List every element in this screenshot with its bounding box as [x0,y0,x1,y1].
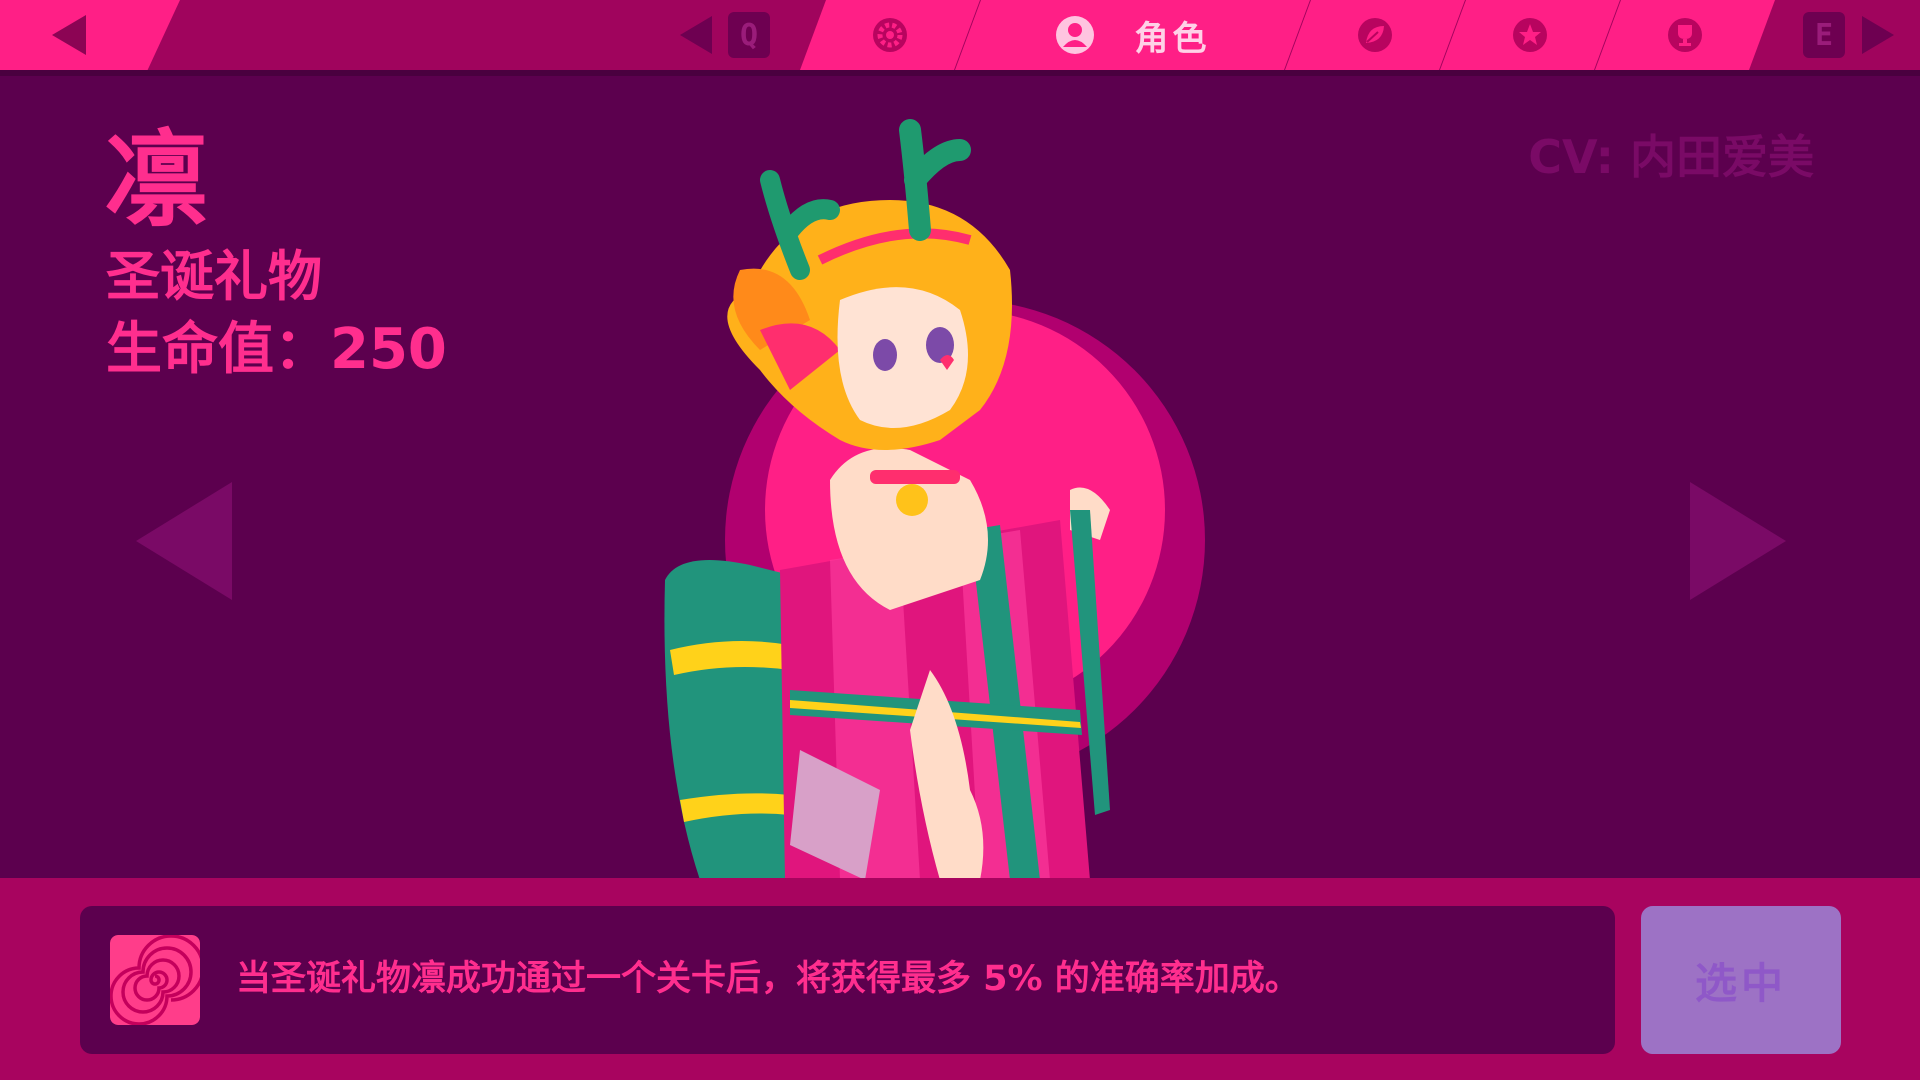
tab-character[interactable]: 角色 [955,0,1310,70]
tab-character-label: 角色 [1134,18,1211,59]
tab-settings[interactable] [800,0,980,70]
spiral-icon [110,935,200,1025]
next-tab-key-e[interactable]: E [1803,12,1845,58]
voice-actor-credit: CV: 内田爱美 [1528,130,1814,184]
prev-tab-arrow-icon[interactable] [680,16,712,54]
character-skin-name: 圣诞礼物 [106,245,322,308]
skill-description: 当圣诞礼物凛成功通过一个关卡后，将获得最多 5% 的准确率加成。 [236,959,1300,999]
tab-star[interactable] [1440,0,1620,70]
next-tab-arrow-icon[interactable] [1862,16,1894,54]
gear-icon [871,16,909,54]
back-arrow-icon [52,15,86,55]
character-select-screen: Q 角色 E 凛 圣诞礼物 生命值：250 CV: 内田爱美 当圣诞礼物凛成功通… [0,0,1920,1080]
character-name: 凛 [104,119,209,241]
tab-trophy[interactable] [1595,0,1775,70]
leaf-icon [1356,16,1394,54]
user-icon [1055,15,1095,55]
star-icon [1511,16,1549,54]
prev-character-arrow-icon[interactable] [136,482,232,600]
top-nav-shadow [0,70,1920,76]
trophy-icon [1666,16,1704,54]
next-character-arrow-icon[interactable] [1690,482,1786,600]
tab-leaf[interactable] [1285,0,1465,70]
prev-tab-key-q[interactable]: Q [728,12,770,58]
character-portrait [664,119,1205,880]
select-button[interactable]: 选中 [1641,906,1841,1054]
character-hp: 生命值：250 [106,317,447,382]
